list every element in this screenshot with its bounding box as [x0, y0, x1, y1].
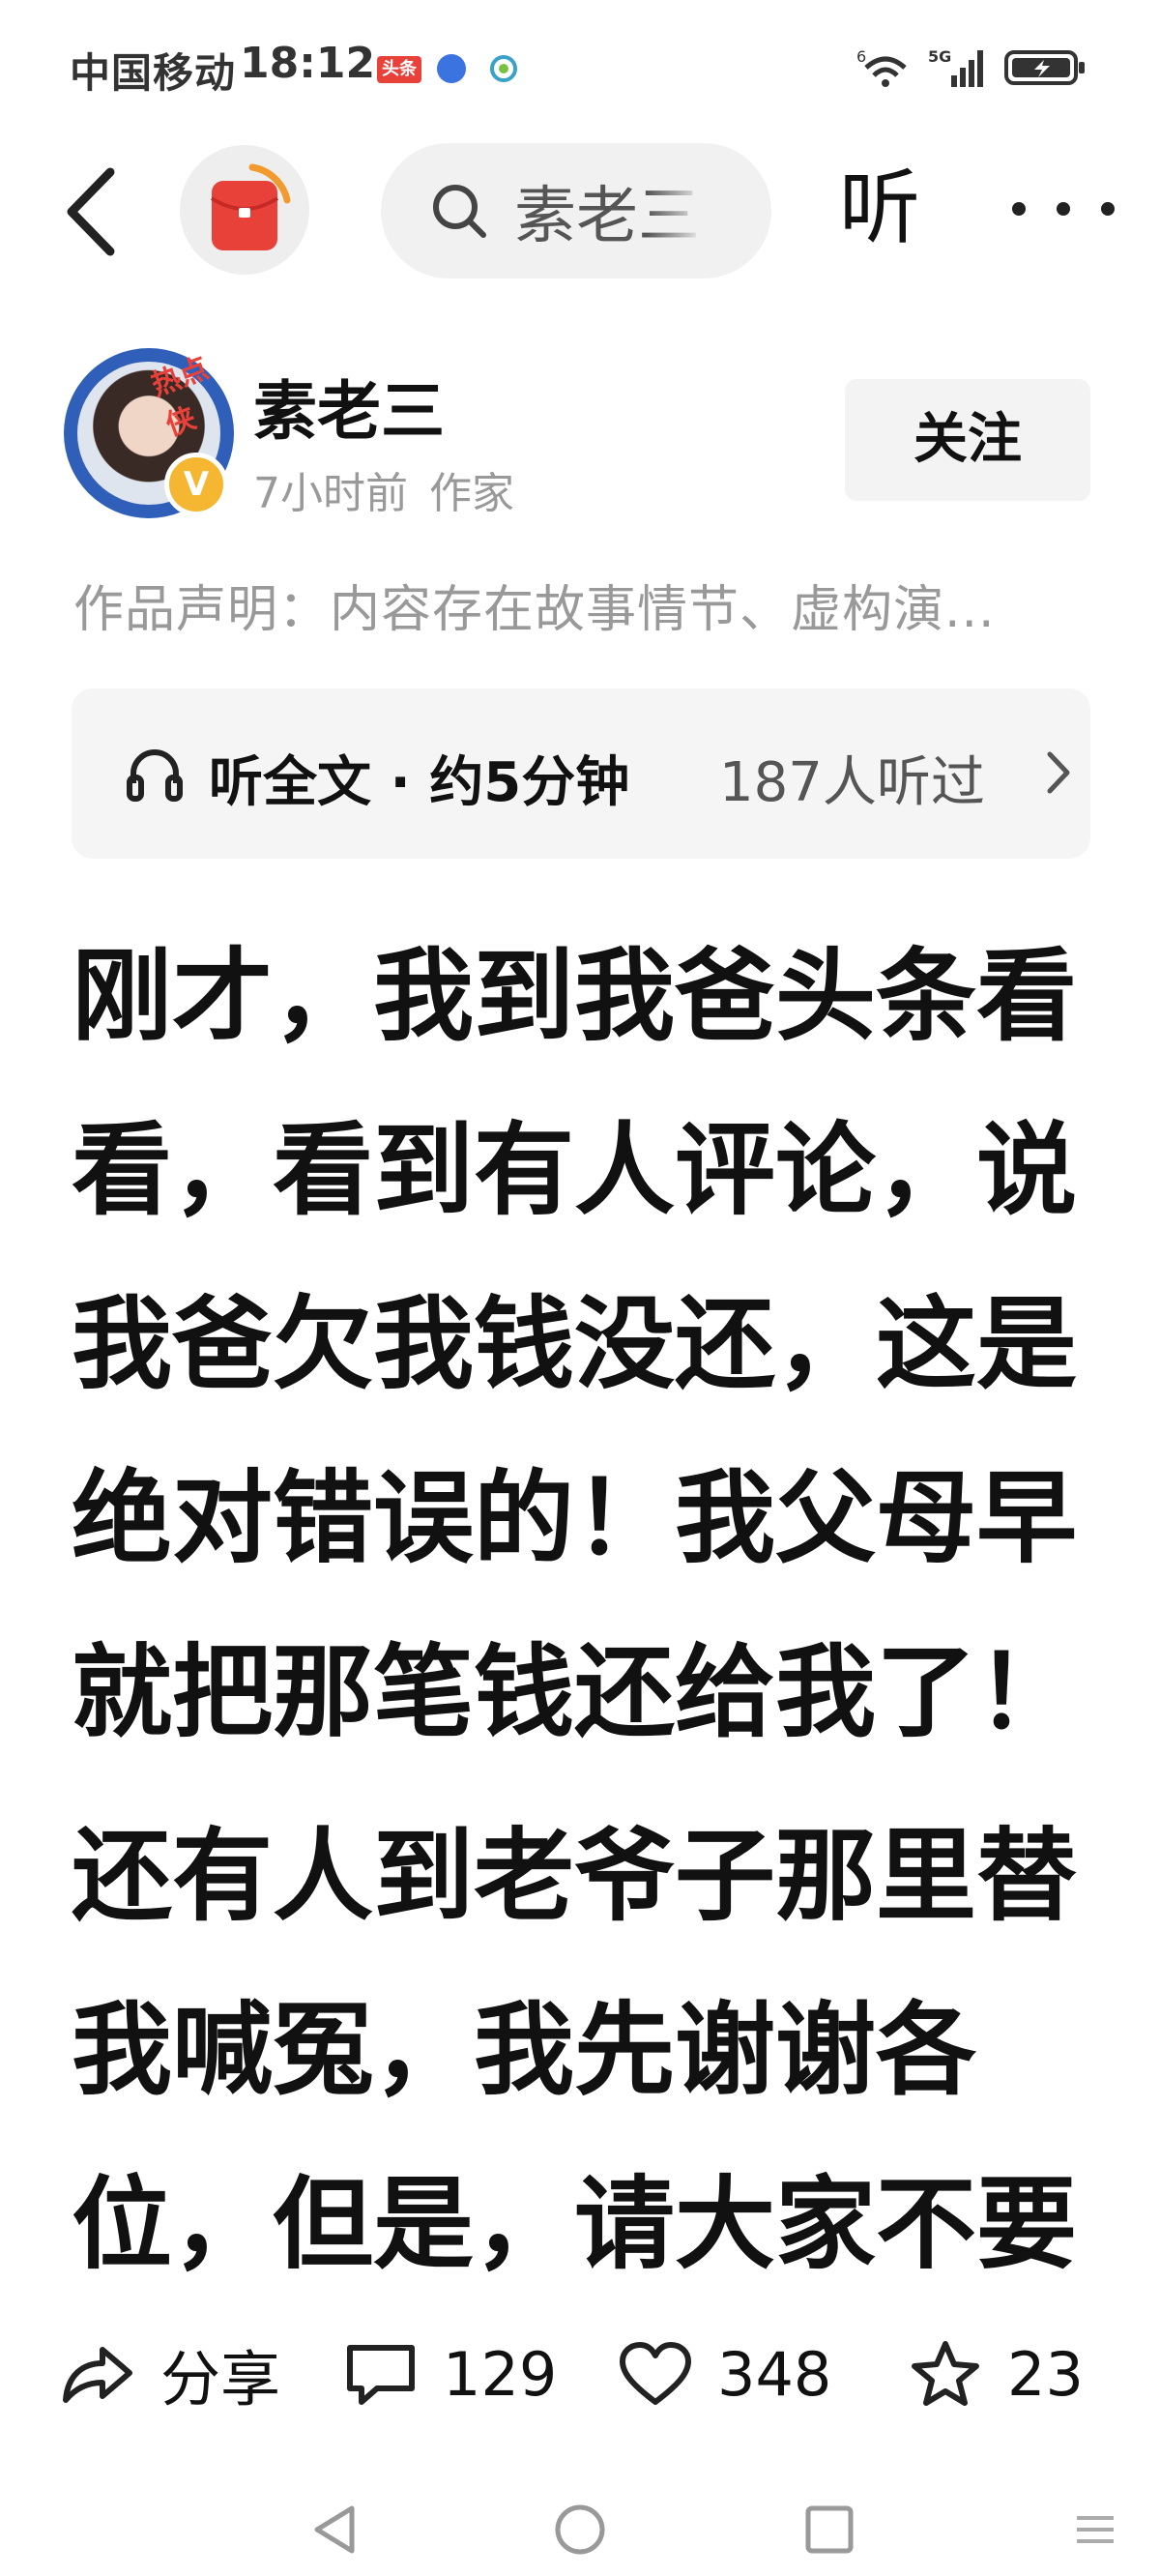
cellular-signal-icon: 5G — [928, 47, 983, 87]
carrier-label: 中国移动 — [70, 49, 237, 97]
like-count: 348 — [717, 2338, 832, 2410]
search-bar[interactable]: 素老三 — [381, 143, 771, 278]
more-options-icon[interactable] — [1005, 190, 1121, 228]
app-notification-icon — [437, 54, 466, 83]
toutiao-notification-icon: 头条 — [377, 56, 421, 83]
china-mobile-notification-icon — [490, 55, 517, 82]
listen-full-text-bar[interactable]: 听全文 · 约5分钟 187人听过 — [72, 688, 1090, 859]
svg-text:6: 6 — [856, 47, 866, 66]
wifi-icon: 6 — [856, 47, 907, 87]
system-recents-icon[interactable] — [802, 2503, 856, 2557]
back-chevron-icon[interactable] — [58, 159, 126, 265]
star-icon — [912, 2341, 979, 2406]
chevron-right-icon — [1047, 751, 1070, 794]
favorite-count: 23 — [1007, 2338, 1084, 2410]
article-line: 刚才，我到我爸头条看 — [72, 937, 1078, 1055]
comment-count: 129 — [443, 2338, 558, 2410]
battery-charging-icon — [1004, 50, 1085, 85]
search-query-text: 素老三 — [514, 181, 700, 252]
svg-text:5G: 5G — [928, 47, 951, 66]
post-time: 7小时前 — [253, 469, 408, 518]
content-declaration[interactable]: 作品声明：内容存在故事情节、虚构演... — [73, 569, 1098, 641]
favorite-button[interactable]: 23 — [909, 2330, 1084, 2417]
search-icon — [433, 185, 486, 238]
status-indicators: 6 5G — [856, 44, 1087, 91]
system-home-icon[interactable] — [553, 2503, 607, 2557]
article-line: 位，但是，请大家不要 — [72, 2165, 1078, 2283]
author-avatar[interactable]: 热点侠 V — [64, 348, 234, 518]
follow-button[interactable]: 关注 — [845, 379, 1090, 501]
comment-icon — [347, 2345, 415, 2405]
menu-lines-icon[interactable] — [1073, 2510, 1117, 2549]
clock-time: 18:12 — [240, 39, 376, 88]
status-bar: 中国移动 18:12 头条 6 5G — [0, 0, 1160, 135]
comment-button[interactable]: 129 — [344, 2330, 557, 2417]
share-button[interactable]: 分享 — [58, 2330, 280, 2417]
article-action-bar: 分享 129 348 23 — [0, 2311, 1160, 2437]
author-meta: 7小时前 作家 — [253, 458, 514, 520]
article-body: 刚才，我到我爸头条看 看，看到有人评论，说 我爸欠我钱没还，这是 绝对错误的！我… — [72, 909, 1096, 2311]
article-line: 我喊冤，我先谢谢各 — [72, 1991, 977, 2109]
article-line: 看，看到有人评论，说 — [72, 1111, 1078, 1229]
system-back-icon[interactable] — [307, 2503, 362, 2557]
system-navigation-bar — [0, 2475, 1160, 2576]
article-paragraph: 刚才，我到我爸头条看 看，看到有人评论，说 我爸欠我钱没还，这是 绝对错误的！我… — [72, 909, 1096, 1779]
article-line: 就把那笔钱还给我了！ — [72, 1633, 1078, 1751]
red-packet-icon — [210, 163, 291, 250]
share-label: 分享 — [160, 2344, 281, 2415]
like-button[interactable]: 348 — [619, 2330, 831, 2417]
headphone-icon — [127, 749, 183, 802]
article-line: 我爸欠我钱没还，这是 — [72, 1285, 1078, 1403]
author-role: 作家 — [429, 469, 514, 518]
article-line: 还有人到老爷子那里替 — [72, 1817, 1078, 1935]
article-paragraph: 还有人到老爷子那里替 我喊冤，我先谢谢各 位，但是，请大家不要 — [72, 1789, 1096, 2311]
listener-count: 187人听过 — [719, 751, 985, 814]
red-packet-app-logo[interactable] — [180, 145, 309, 275]
listen-button[interactable]: 听 — [839, 155, 920, 261]
heart-icon — [620, 2342, 691, 2405]
listen-full-text-label: 听全文 · 约5分钟 — [209, 751, 630, 814]
verified-badge-icon: V — [164, 453, 228, 516]
article-line: 绝对错误的！我父母早 — [72, 1459, 1078, 1577]
share-icon — [63, 2347, 132, 2403]
author-name[interactable]: 素老三 — [253, 360, 445, 453]
